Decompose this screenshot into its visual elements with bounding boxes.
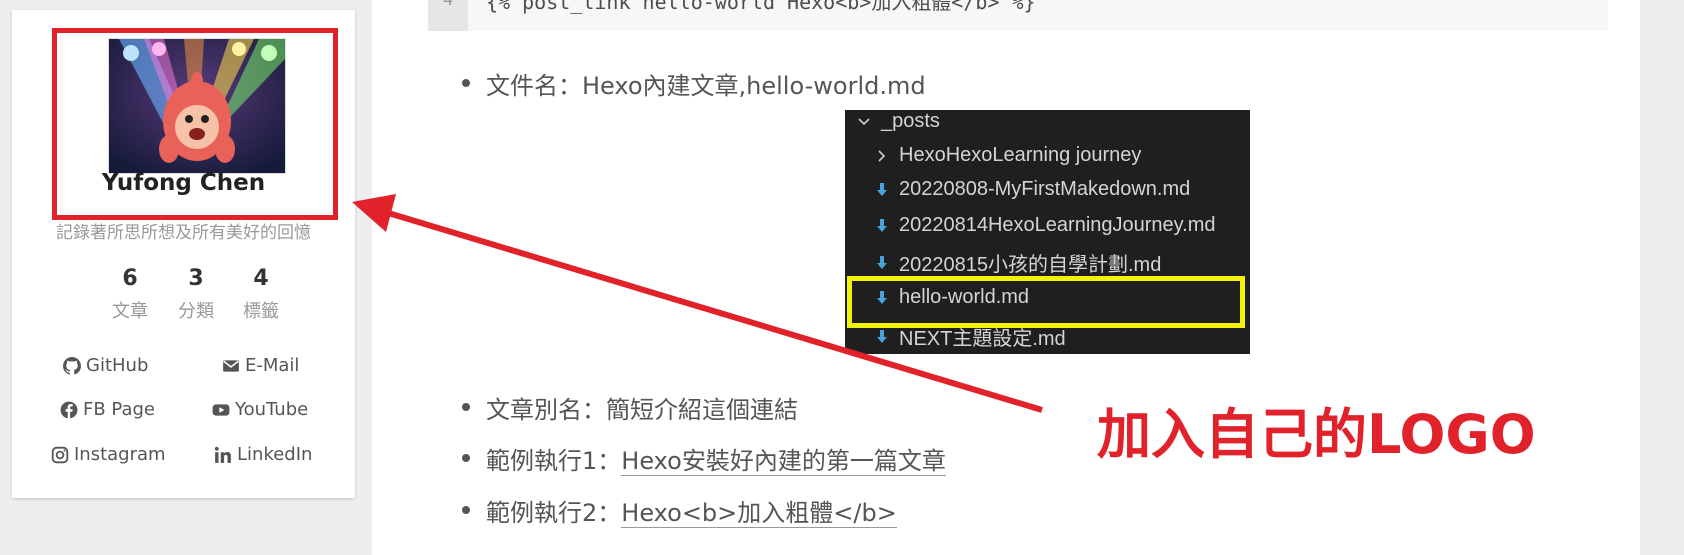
stat-categories[interactable]: 3 分類 [161, 266, 231, 323]
stat-label: 分類 [178, 301, 214, 322]
linkedin-link[interactable]: LinkedIn [214, 444, 312, 465]
author-description: 記錄著所思所想及所有美好的回憶 [56, 223, 311, 243]
example-2-label: 範例執行2： [486, 499, 622, 527]
explorer-item-label: 20220815小孩的自學計劃.md [899, 254, 1162, 276]
post-content: 4 {% post_link hello-world Hexo<b>加入粗體</… [372, 0, 1640, 555]
markdown-file-icon [877, 182, 887, 196]
list-item-example-2: 範例執行2：Hexo<b>加入粗體</b> [462, 493, 897, 528]
code-line-number: 4 [428, 0, 468, 31]
folder-name: _posts [881, 110, 940, 132]
github-icon [63, 356, 81, 375]
alias-text: 文章別名：簡短介紹這個連結 [486, 396, 798, 424]
file-highlight-box [847, 276, 1245, 328]
list-item-filename: 文件名：Hexo內建文章,hello-world.md [462, 66, 926, 101]
stat-label: 文章 [112, 301, 148, 322]
link-label: GitHub [86, 355, 149, 376]
example-1-link[interactable]: Hexo安裝好內建的第一篇文章 [621, 447, 946, 476]
example-2-link[interactable]: Hexo<b>加入粗體</b> [621, 499, 897, 528]
email-link[interactable]: E-Mail [222, 355, 299, 376]
explorer-item: 20220808-MyFirstMakedown.md [875, 178, 1190, 201]
stat-count: 4 [253, 266, 269, 291]
envelope-icon [223, 359, 239, 372]
instagram-link[interactable]: Instagram [51, 444, 166, 465]
facebook-icon [60, 401, 78, 419]
avatar-highlight-box [52, 28, 338, 220]
explorer-item-label: 20220808-MyFirstMakedown.md [899, 178, 1191, 200]
stat-count: 6 [122, 266, 138, 291]
link-label: YouTube [235, 399, 309, 420]
fb-page-link[interactable]: FB Page [60, 399, 155, 420]
list-item-example-1: 範例執行1：Hexo安裝好內建的第一篇文章 [462, 441, 946, 476]
markdown-file-icon [877, 255, 887, 269]
file-explorer-screenshot: _posts HexoHexoLearning journey 20220808… [845, 110, 1250, 354]
link-label: E-Mail [245, 355, 300, 376]
linkedin-icon [214, 446, 231, 463]
explorer-item: 20220815小孩的自學計劃.md [875, 248, 1161, 277]
stat-count: 3 [188, 266, 204, 291]
code-block: 4 {% post_link hello-world Hexo<b>加入粗體</… [428, 0, 1608, 31]
annotation-label: 加入自己的LOGO [1097, 403, 1536, 466]
youtube-icon [212, 403, 230, 416]
markdown-file-icon [877, 218, 887, 232]
chevron-right-icon [878, 149, 886, 162]
explorer-folder: _posts [857, 110, 940, 133]
code-text: {% post_link hello-world Hexo<b>加入粗體</b>… [486, 0, 1036, 14]
stat-tags[interactable]: 4 標籤 [226, 266, 296, 323]
link-label: LinkedIn [237, 444, 313, 465]
youtube-link[interactable]: YouTube [212, 399, 308, 420]
explorer-item: HexoHexoLearning journey [875, 144, 1141, 167]
example-1-label: 範例執行1： [486, 447, 622, 475]
explorer-item: 20220814HexoLearningJourney.md [875, 214, 1216, 237]
list-item-alias: 文章別名：簡短介紹這個連結 [462, 390, 798, 425]
explorer-item-label: 20220814HexoLearningJourney.md [899, 214, 1216, 236]
filename-text: 文件名：Hexo內建文章,hello-world.md [486, 72, 926, 100]
link-label: FB Page [83, 399, 155, 420]
link-label: Instagram [74, 444, 166, 465]
github-link[interactable]: GitHub [63, 355, 148, 376]
sidebar-author-card: Yufong Chen 記錄著所思所想及所有美好的回憶 6 文章 3 分類 4 … [12, 10, 355, 498]
chevron-down-icon [858, 117, 870, 125]
stat-label: 標籤 [243, 301, 279, 322]
explorer-item-label: HexoHexoLearning journey [899, 144, 1142, 166]
stat-posts[interactable]: 6 文章 [95, 266, 165, 323]
instagram-icon [51, 446, 69, 463]
markdown-file-icon [877, 329, 887, 343]
